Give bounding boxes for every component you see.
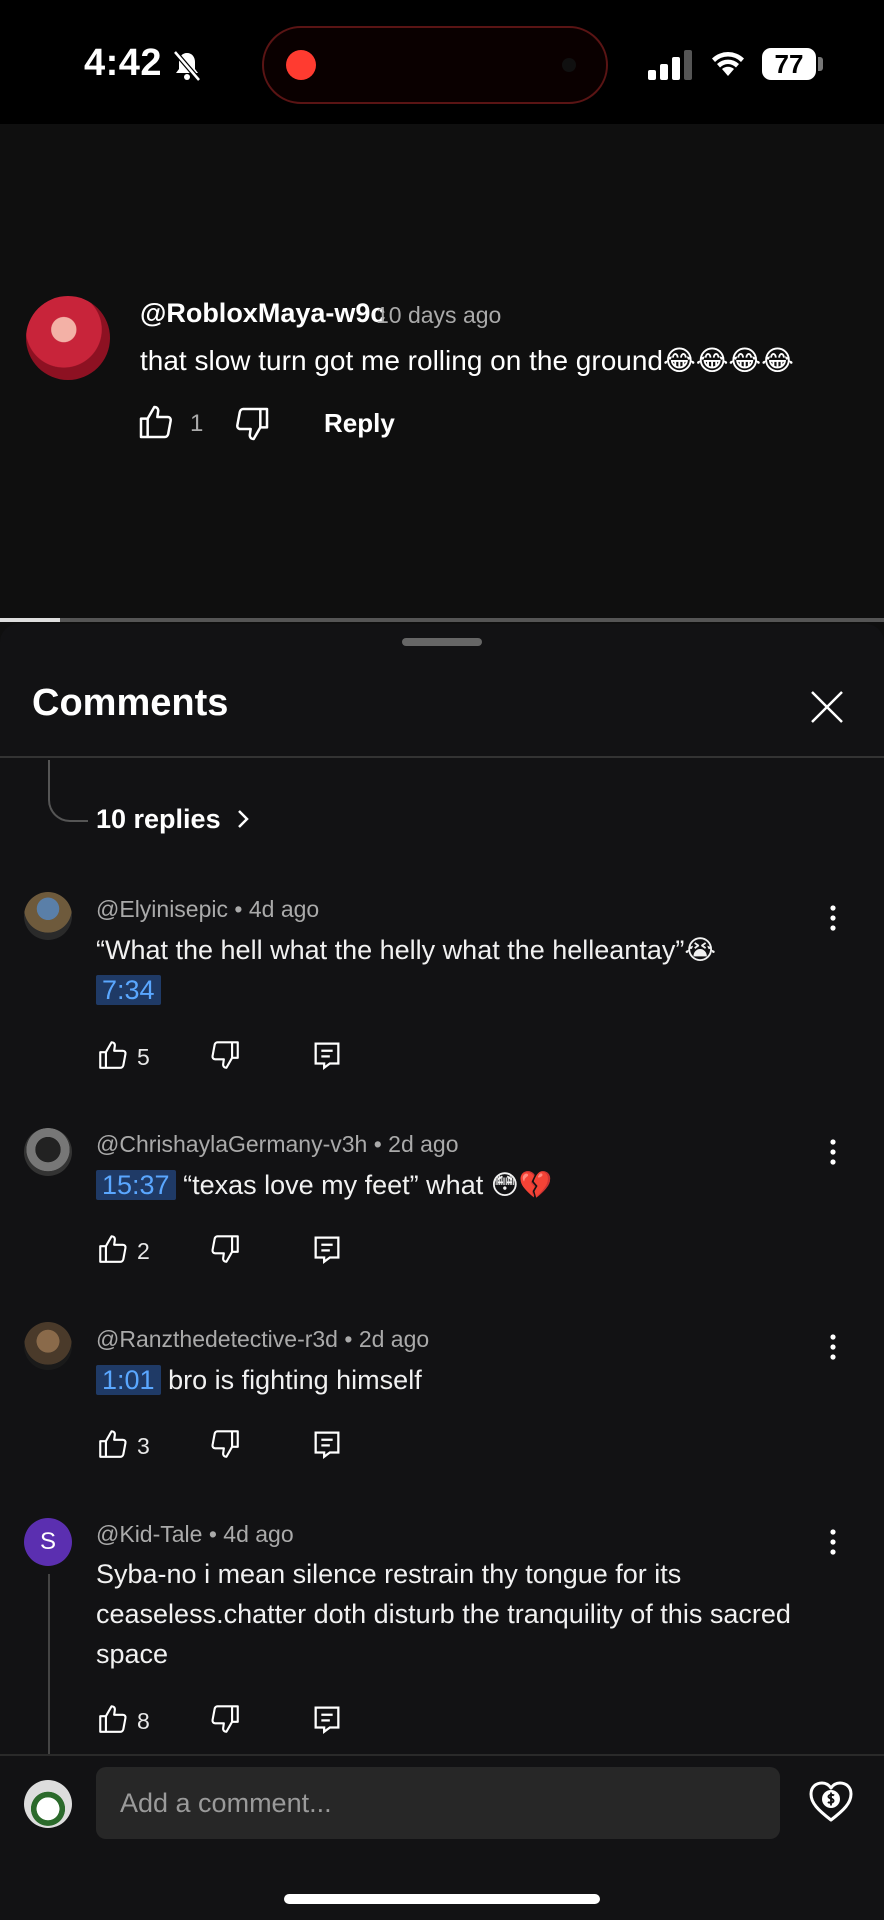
comment-meta: @Ranzthedetective-r3d • 2d ago <box>96 1326 429 1353</box>
page-title: Comments <box>32 682 229 724</box>
avatar <box>24 1780 72 1828</box>
video-progress-track[interactable] <box>0 618 884 622</box>
divider <box>0 756 884 758</box>
comment-time: 2d ago <box>388 1131 459 1157</box>
avatar[interactable] <box>26 296 110 380</box>
like-icon[interactable] <box>96 1232 130 1266</box>
reply-icon[interactable] <box>310 1232 344 1266</box>
avatar[interactable] <box>24 1128 72 1176</box>
replies-label: 10 replies <box>96 804 221 834</box>
more-options-icon[interactable] <box>829 1333 837 1361</box>
comment-time: 10 days ago <box>376 302 502 328</box>
comment-meta: @Elyinisepic • 4d ago <box>96 896 319 923</box>
status-time: 4:42 <box>84 42 163 84</box>
thread-connector <box>48 760 88 822</box>
comment-time: 4d ago <box>248 896 320 922</box>
avatar[interactable]: S <box>24 1518 72 1566</box>
comment-username[interactable]: @Elyinisepic <box>96 896 228 922</box>
sheet-drag-handle[interactable] <box>402 638 482 646</box>
comment-username[interactable]: @Kid-Tale <box>96 1521 202 1547</box>
like-icon[interactable] <box>96 1038 130 1072</box>
comment-text: that slow turn got me rolling on the gro… <box>140 345 794 376</box>
more-options-icon[interactable] <box>829 904 837 932</box>
timestamp-link[interactable]: 1:01 <box>96 1365 161 1395</box>
meta-separator: • <box>344 1326 353 1352</box>
like-icon[interactable] <box>96 1702 130 1736</box>
comment-text-body: “texas love my feet” what 😳💔 <box>183 1170 553 1200</box>
comment-text: 15:37 “texas love my feet” what 😳💔 <box>96 1165 796 1205</box>
thread-line <box>48 1574 50 1754</box>
camera-dot-icon <box>562 58 576 72</box>
more-options-icon[interactable] <box>829 1138 837 1166</box>
comment-text: Syba-no i mean silence restrain thy tong… <box>96 1559 791 1669</box>
timestamp-link[interactable]: 7:34 <box>96 975 161 1005</box>
comment-text-body: “What the hell what the helly what the h… <box>96 935 716 965</box>
comment-meta: @Kid-Tale • 4d ago <box>96 1521 294 1548</box>
comment-username[interactable]: @ChrishaylaGermany-v3h <box>96 1131 367 1157</box>
comment-username[interactable]: @RobloxMaya-w9c <box>140 298 385 329</box>
dislike-icon[interactable] <box>208 1038 242 1072</box>
meta-separator: • <box>373 1131 382 1157</box>
home-indicator[interactable] <box>284 1894 600 1904</box>
meta-separator: • <box>208 1521 217 1547</box>
comment-input[interactable] <box>96 1767 780 1839</box>
like-count: 3 <box>137 1433 150 1459</box>
reply-button[interactable]: Reply <box>324 408 395 439</box>
reply-icon[interactable] <box>310 1038 344 1072</box>
reply-icon[interactable] <box>310 1427 344 1461</box>
view-replies-link[interactable]: 10 replies <box>96 804 252 835</box>
dislike-icon[interactable] <box>208 1702 242 1736</box>
battery-level: 77 <box>762 48 816 80</box>
comment-meta: @ChrishaylaGermany-v3h • 2d ago <box>96 1131 459 1158</box>
dislike-icon[interactable] <box>232 404 272 444</box>
comment-text: “What the hell what the helly what the h… <box>96 930 796 1010</box>
close-icon[interactable] <box>808 688 846 726</box>
recording-indicator-icon <box>286 50 316 80</box>
comment-text-body: bro is fighting himself <box>168 1365 422 1395</box>
avatar[interactable] <box>24 892 72 940</box>
like-count: 1 <box>190 410 204 437</box>
like-icon[interactable] <box>96 1427 130 1461</box>
dislike-icon[interactable] <box>208 1427 242 1461</box>
comment-username[interactable]: @Ranzthedetective-r3d <box>96 1326 338 1352</box>
like-count: 5 <box>137 1044 150 1070</box>
dislike-icon[interactable] <box>208 1232 242 1266</box>
meta-separator: • <box>234 896 243 922</box>
comment-time: 2d ago <box>358 1326 430 1352</box>
like-icon[interactable] <box>136 402 176 442</box>
battery-tip <box>818 57 823 71</box>
divider <box>0 1754 884 1756</box>
timestamp-link[interactable]: 15:37 <box>96 1170 176 1200</box>
cellular-signal-icon <box>648 50 692 80</box>
wifi-icon <box>712 52 744 76</box>
more-options-icon[interactable] <box>829 1528 837 1556</box>
avatar[interactable] <box>24 1322 72 1370</box>
comment-text: 1:01 bro is fighting himself <box>96 1360 796 1400</box>
reply-icon[interactable] <box>310 1702 344 1736</box>
super-thanks-icon[interactable] <box>808 1780 854 1824</box>
like-count: 2 <box>137 1238 150 1264</box>
video-progress-fill <box>0 618 60 622</box>
like-count: 8 <box>137 1708 150 1734</box>
chevron-right-icon <box>238 810 249 828</box>
comment-time: 4d ago <box>223 1521 294 1547</box>
bell-muted-icon <box>173 50 201 82</box>
